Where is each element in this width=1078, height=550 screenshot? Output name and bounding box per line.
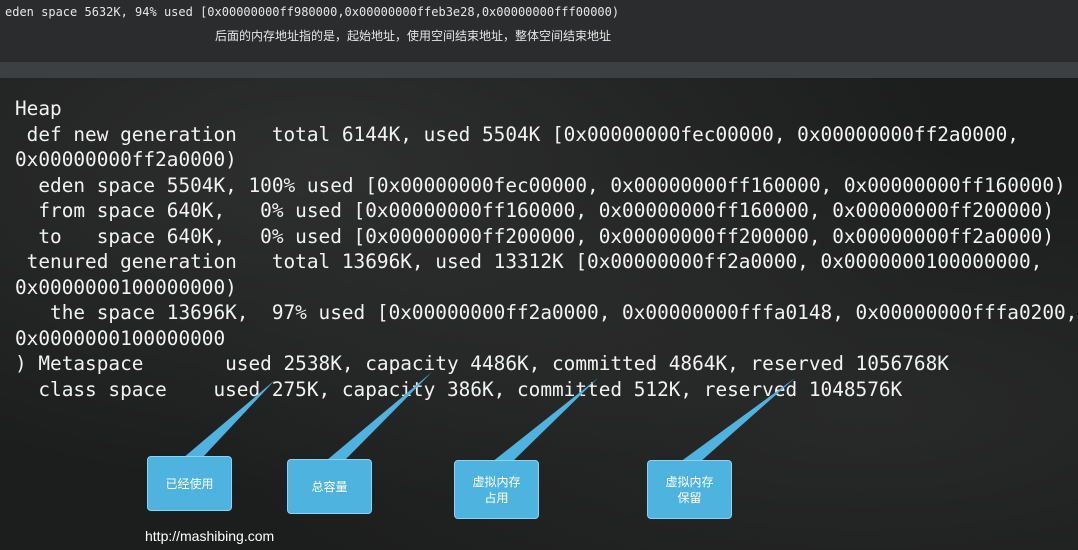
footer-url: http://mashibing.com: [145, 528, 275, 544]
callout-reserved-label-line2: 保留: [677, 490, 702, 505]
callout-pointer-used: [183, 380, 275, 458]
callout-pointer-committed: [492, 378, 598, 462]
callout-pointer-reserved: [680, 378, 795, 462]
callout-virtual-committed: 虚拟内存 占用: [454, 460, 539, 519]
callout-used: 已经使用: [147, 456, 232, 511]
callout-capacity: 总容量: [287, 459, 372, 514]
callout-virtual-reserved: 虚拟内存 保留: [647, 460, 732, 519]
callout-capacity-label: 总容量: [311, 479, 348, 494]
callout-committed-label-line2: 占用: [484, 490, 509, 505]
callout-reserved-label-line1: 虚拟内存: [665, 474, 714, 489]
callout-used-label: 已经使用: [165, 476, 214, 491]
callout-committed-label-line1: 虚拟内存: [472, 474, 521, 489]
callout-pointer-capacity: [327, 372, 432, 460]
